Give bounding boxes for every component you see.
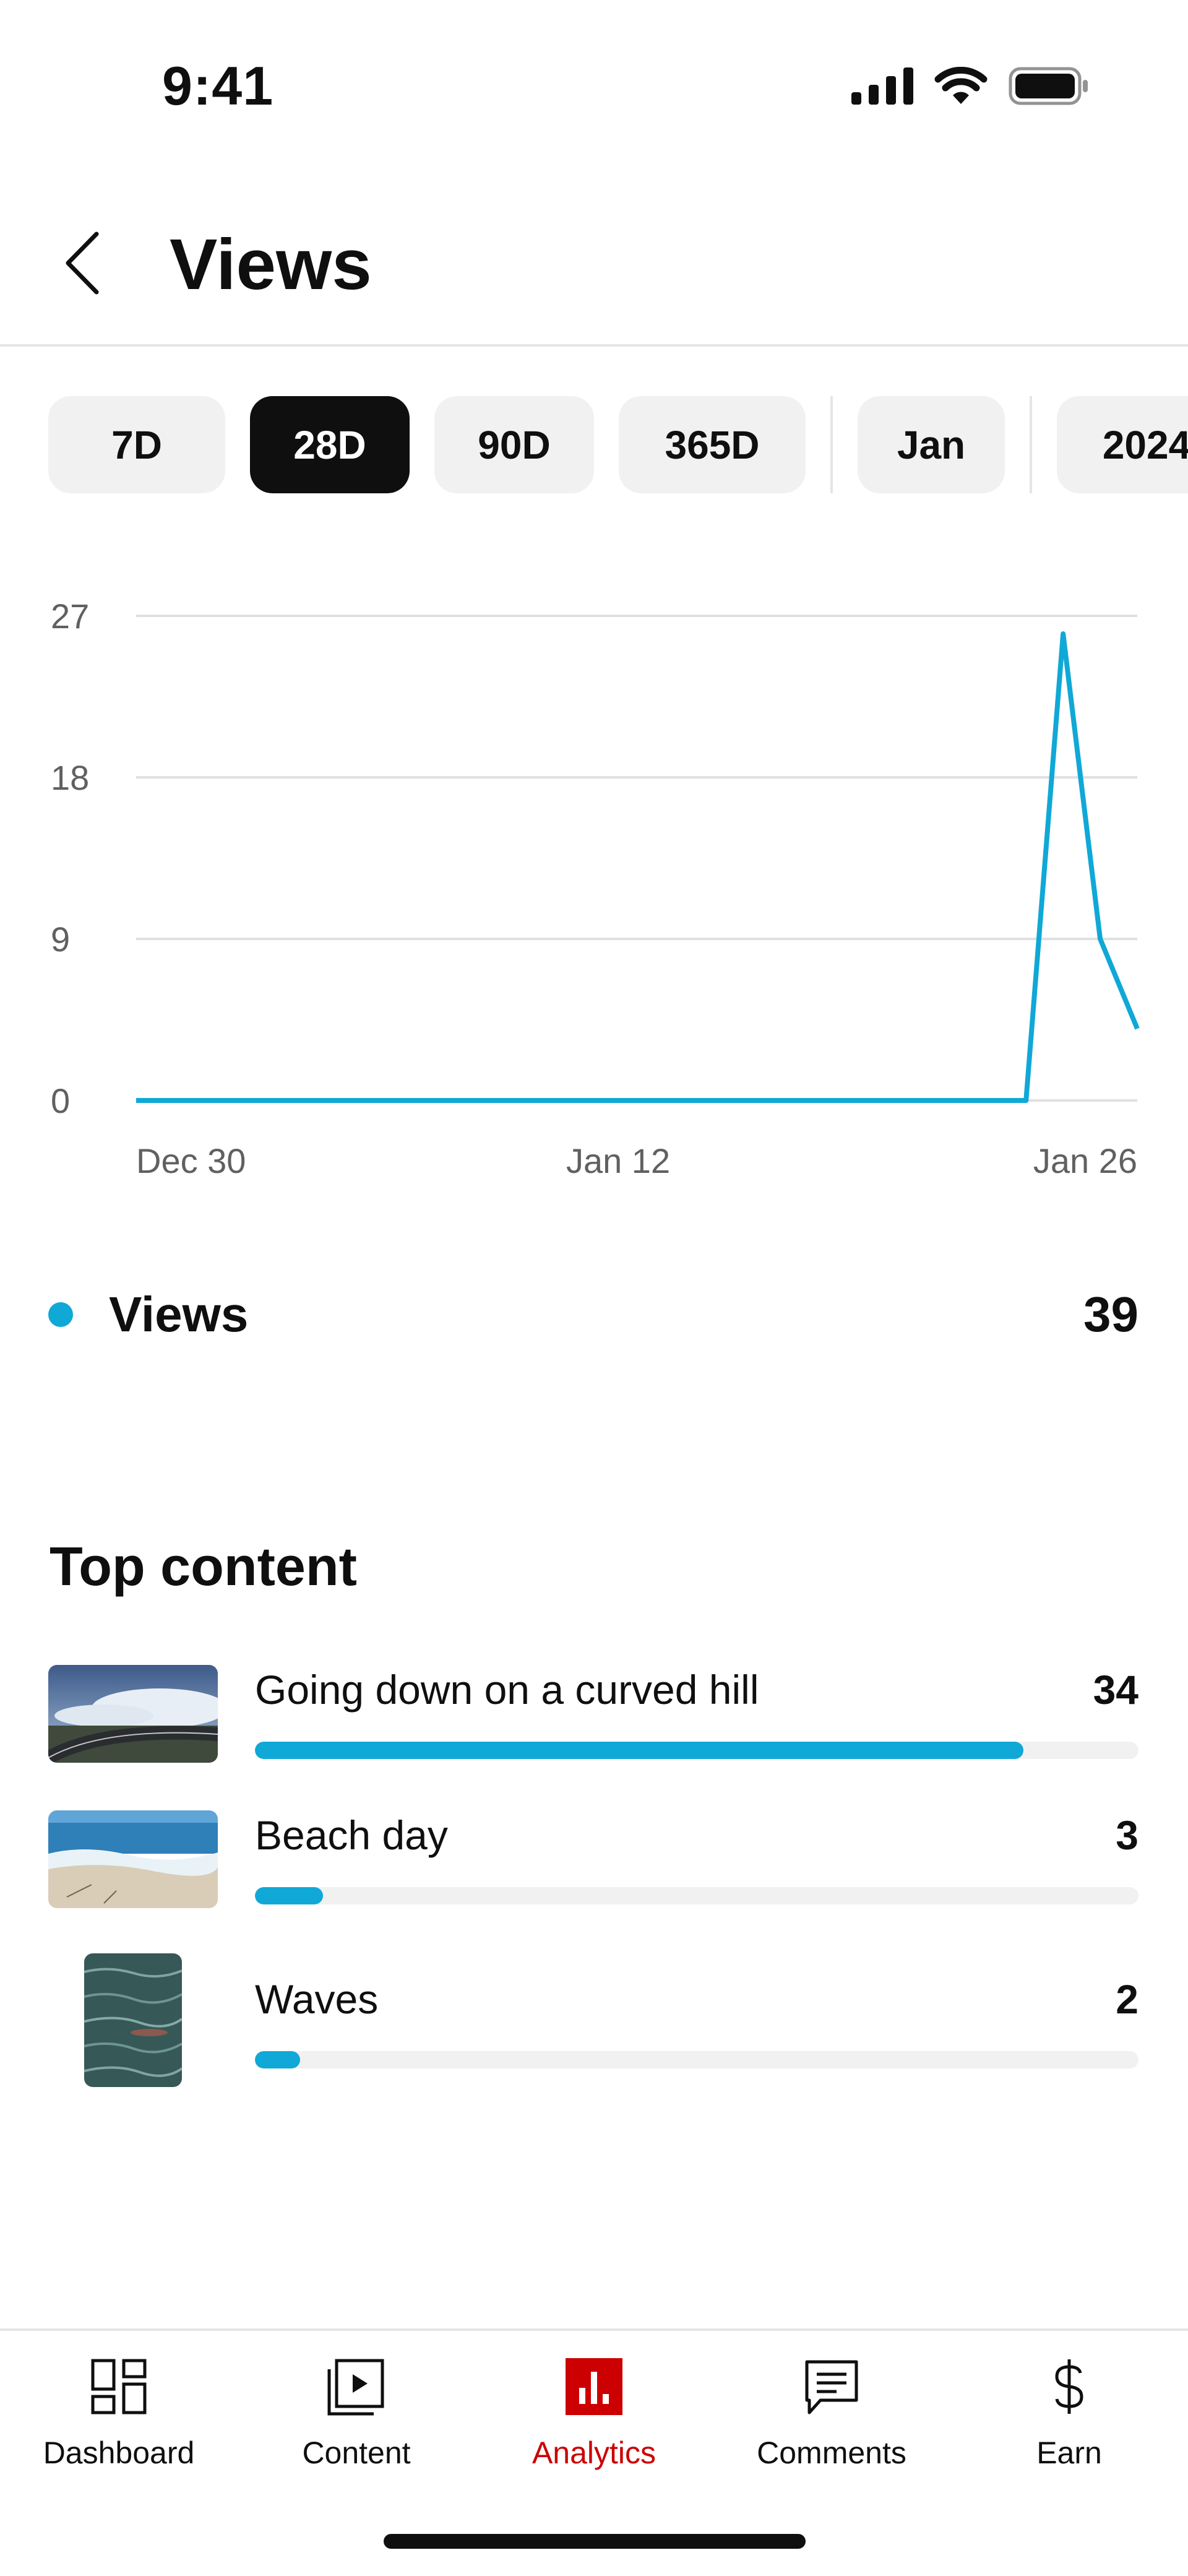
views-share-bar (255, 1887, 1138, 1904)
list-item[interactable]: Beach day 3 (0, 1804, 1188, 1916)
bottom-nav: Dashboard Content Analytics Comments Ear… (0, 2331, 1188, 2486)
content-play-icon (319, 2349, 394, 2424)
x-tick-label: Dec 30 (136, 1141, 246, 1180)
legend-label: Views (109, 1287, 249, 1342)
beach-waves-image (48, 1810, 218, 1908)
nav-item-content[interactable]: Content (238, 2331, 475, 2486)
nav-label: Earn (1036, 2436, 1102, 2470)
period-filter-chips: 7D 28D 90D 365D Jan 2024 (48, 396, 1188, 493)
chip-separator (1030, 396, 1032, 493)
views-share-bar (255, 1742, 1138, 1759)
chip-separator (830, 396, 833, 493)
header-divider (0, 344, 1188, 347)
content-count: 2 (1116, 1976, 1138, 2022)
nav-label: Content (302, 2436, 411, 2470)
views-line-chart: 0 9 18 27 Dec 30 Jan 12 Jan 26 (51, 597, 1140, 1180)
views-share-fill (255, 2051, 300, 2068)
y-tick-label: 9 (51, 920, 70, 959)
dollar-icon (1032, 2349, 1106, 2424)
nav-item-comments[interactable]: Comments (713, 2331, 950, 2486)
nav-label: Dashboard (43, 2436, 195, 2470)
analytics-chart-icon (557, 2349, 631, 2424)
list-item[interactable]: Going down on a curved hill 34 (0, 1659, 1188, 1770)
comments-icon (794, 2349, 869, 2424)
series-line-views (136, 631, 1140, 1103)
legend-total: 39 (1083, 1287, 1138, 1342)
chip-jan[interactable]: Jan (858, 396, 1005, 493)
top-content-title: Top content (50, 1536, 357, 1597)
chip-7d[interactable]: 7D (48, 396, 225, 493)
chip-28d[interactable]: 28D (250, 396, 410, 493)
x-tick-label: Jan 26 (1033, 1141, 1137, 1180)
back-arrow-icon (66, 231, 99, 295)
content-title: Waves (255, 1976, 379, 2022)
status-time: 9:41 (162, 55, 274, 116)
nav-label: Comments (757, 2436, 906, 2470)
views-share-fill (255, 1742, 1024, 1759)
content-count: 3 (1116, 1812, 1138, 1858)
content-title: Beach day (255, 1812, 448, 1858)
views-share-bar (255, 2051, 1138, 2068)
nav-label: Analytics (532, 2436, 656, 2470)
views-share-fill (255, 1887, 323, 1904)
battery-icon (1009, 67, 1088, 105)
nav-item-analytics[interactable]: Analytics (475, 2331, 713, 2486)
y-tick-label: 18 (51, 758, 89, 797)
nav-item-dashboard[interactable]: Dashboard (0, 2331, 238, 2486)
signal-icon (851, 67, 913, 105)
legend-dot (48, 1302, 73, 1327)
x-tick-label: Jan 12 (566, 1141, 670, 1180)
y-tick-label: 27 (51, 597, 89, 636)
back-button[interactable] (54, 223, 110, 303)
dashboard-icon (82, 2349, 156, 2424)
curved-hill-road-image (48, 1665, 218, 1763)
list-item[interactable]: Waves 2 (0, 1950, 1188, 2092)
ocean-water-image (84, 1953, 182, 2087)
y-tick-label: 0 (51, 1081, 70, 1120)
home-indicator (384, 2534, 806, 2549)
wifi-icon (934, 67, 988, 104)
content-title: Going down on a curved hill (255, 1667, 759, 1713)
content-count: 34 (1093, 1667, 1138, 1713)
chip-2024[interactable]: 2024 (1057, 396, 1188, 493)
status-icons (851, 67, 1089, 105)
nav-item-earn[interactable]: Earn (950, 2331, 1188, 2486)
chip-365d[interactable]: 365D (619, 396, 806, 493)
page-title: Views (170, 224, 372, 305)
chip-90d[interactable]: 90D (434, 396, 594, 493)
